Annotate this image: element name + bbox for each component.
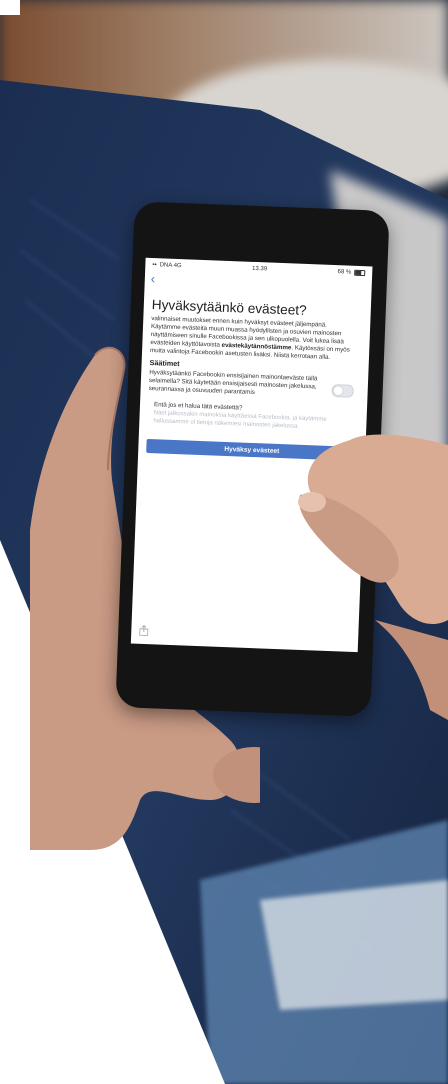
share-icon[interactable] bbox=[139, 624, 149, 637]
right-hand bbox=[298, 434, 448, 720]
toggle-knob bbox=[333, 386, 343, 396]
carrier-label: DNA 4G bbox=[159, 261, 182, 269]
ad-cookie-toggle[interactable] bbox=[331, 383, 354, 398]
explanation-text: Käytämme evästeitä muun muassa hyödyllis… bbox=[150, 323, 362, 363]
clock: 13.39 bbox=[251, 265, 268, 272]
chevron-left-icon[interactable]: ‹ bbox=[151, 270, 156, 285]
toggle-description: Hyväksytäänkö Facebookin ensisijainen ma… bbox=[148, 368, 318, 397]
photo-scene: ▪▪ DNA 4G 13.39 68 % ‹ Hyväksytäänkö evä… bbox=[0, 0, 448, 1084]
battery-percent: 68 % bbox=[337, 268, 352, 276]
cookie-consent-dialog: Hyväksytäänkö evästeet? valinnaiset muut… bbox=[139, 285, 371, 434]
battery-icon bbox=[354, 269, 366, 276]
signal-icon: ▪▪ bbox=[152, 261, 157, 268]
